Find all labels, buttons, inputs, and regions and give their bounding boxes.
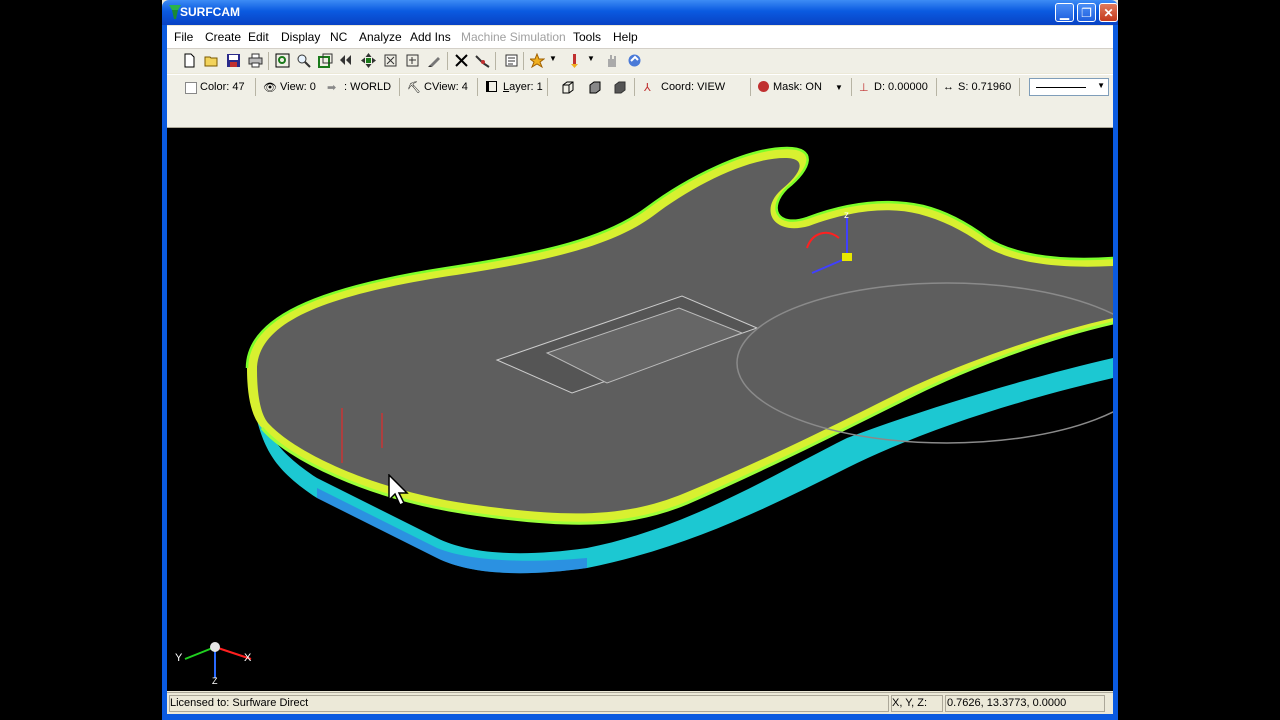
arrow-right-icon: ➡ [327,82,337,94]
menu-bar: File Create Edit Display NC Analyze Add … [167,26,1113,49]
svg-text:z: z [844,210,849,221]
restore-button[interactable]: ❐ [1077,3,1096,22]
guitar-body-model: z [245,146,1113,574]
view-field[interactable]: View: 0 [280,81,316,93]
menu-tools[interactable]: Tools [573,30,601,44]
title-bar[interactable]: SURFCAM ▁ ❐ ✕ [162,0,1118,25]
print-icon[interactable] [248,53,263,68]
clean-screen-icon[interactable] [427,53,442,68]
menu-help[interactable]: Help [613,30,638,44]
save-icon[interactable] [226,53,241,68]
layer-field[interactable]: Layer: 1 [503,81,543,93]
zoom-window-icon[interactable] [275,53,290,68]
axis-z-label: Z [212,676,218,686]
shaded-icon[interactable] [587,80,602,95]
window-title: SURFCAM [180,5,240,19]
pan-icon[interactable] [361,53,376,68]
menu-machine-simulation[interactable]: Machine Simulation [461,30,566,44]
world-field[interactable]: : WORLD [344,81,391,93]
cview-icon: ⛏ [407,82,421,94]
wireframe-icon[interactable] [560,80,575,95]
color-swatch[interactable] [185,82,197,94]
menu-nc[interactable]: NC [330,30,347,44]
menu-file[interactable]: File [174,30,193,44]
chevron-down-icon[interactable]: ▼ [587,54,595,63]
simulation-icon[interactable] [627,53,642,68]
chevron-down-icon[interactable]: ▼ [549,54,557,63]
properties-icon[interactable] [504,53,519,68]
menu-display[interactable]: Display [281,30,320,44]
menu-edit[interactable]: Edit [248,30,269,44]
menu-analyze[interactable]: Analyze [359,30,402,44]
zoom-fit-icon[interactable] [318,53,333,68]
close-button[interactable]: ✕ [1099,3,1118,22]
color-field[interactable]: Color: 47 [200,81,245,93]
redraw-icon[interactable] [405,53,420,68]
xyz-value: 0.7626, 13.3773, 0.0000 [947,697,1067,709]
mask-icon [758,81,769,92]
cview-field[interactable]: CView: 4 [424,81,468,93]
open-folder-icon[interactable] [204,53,219,68]
tool-icon[interactable] [567,53,582,68]
rotate-view-icon[interactable] [383,53,398,68]
chevron-down-icon[interactable]: ▼ [1097,81,1105,90]
nc-operations-icon[interactable] [530,53,545,68]
properties-toolbar: Color: 47 👁 View: 0 ➡ : WORLD ⛏ CView: 4… [167,74,1113,101]
chevron-down-icon[interactable]: ▼ [835,83,843,92]
menu-add-ins[interactable]: Add Ins [410,30,451,44]
hand-icon[interactable] [604,53,619,68]
step-icon: ↔ [943,81,954,93]
coord-icon: ⅄ [644,82,651,94]
mask-field[interactable]: Mask: ON [773,81,822,93]
status-bar: Licensed to: Surfware Direct X, Y, Z: 0.… [167,692,1113,715]
menu-create[interactable]: Create [205,30,241,44]
eye-icon: 👁 [263,82,277,94]
minimize-button[interactable]: ▁ [1055,3,1074,22]
step-field[interactable]: S: 0.71960 [958,81,1011,93]
coord-field[interactable]: Coord: VIEW [661,81,725,93]
graphics-viewport[interactable]: z Y X Z [167,128,1113,691]
window-frame-right [1113,25,1118,720]
mouse-cursor-icon [388,474,409,506]
solid-icon[interactable] [612,80,627,95]
standard-toolbar: ▼ ▼ [167,49,1113,73]
axis-y-label: Y [175,652,183,664]
depth-icon: ⊥ [859,82,869,94]
zoom-previous-icon[interactable] [339,53,354,68]
zoom-dynamic-icon[interactable] [296,53,311,68]
new-file-icon[interactable] [182,53,197,68]
line-style-select[interactable]: ▼ [1029,78,1109,96]
layer-icon [486,81,497,92]
license-text: Licensed to: Surfware Direct [170,697,309,709]
xyz-label: X, Y, Z: [892,697,928,709]
depth-field[interactable]: D: 0.00000 [874,81,928,93]
trim-icon[interactable] [475,53,490,68]
axis-x-label: X [244,652,252,664]
delete-icon[interactable] [454,53,469,68]
empty-toolbar-row [167,101,1113,128]
